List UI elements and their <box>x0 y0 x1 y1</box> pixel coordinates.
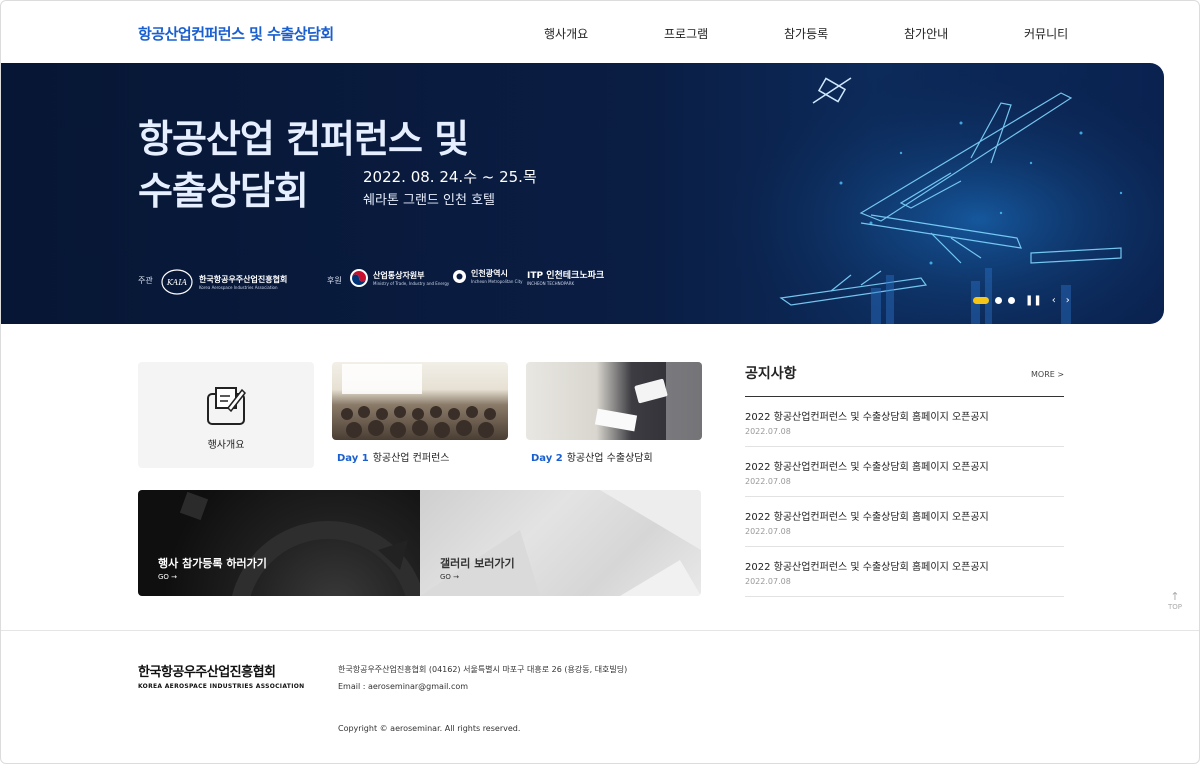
site-logo[interactable]: 항공산업컨퍼런스 및 수출상담회 <box>138 23 334 44</box>
day2-caption[interactable]: Day 2 항공산업 수출상담회 <box>531 449 653 464</box>
nav-item-program[interactable]: 프로그램 <box>664 25 708 42</box>
host-org: KAIA 한국항공우주산업진흥협회 Korea Aerospace Indust… <box>159 268 287 296</box>
business-meeting-image <box>594 362 702 440</box>
footer-email: Email : aeroseminar@gmail.com <box>338 682 469 691</box>
incheon-city-icon <box>453 269 466 283</box>
footer-divider <box>1 630 1199 631</box>
aircraft-illustration <box>701 63 1164 324</box>
notice-item[interactable]: 2022 항공산업컨퍼런스 및 수출상담회 홈페이지 오픈공지 2022.07.… <box>745 497 1064 547</box>
conference-audience-image <box>341 364 496 438</box>
footer-org-logo-en: KOREA AEROSPACE INDUSTRIES ASSOCIATION <box>138 683 305 690</box>
hero-banner[interactable]: 항공산업 컨퍼런스 및 수출상담회 2022. 08. 24.수 ~ 25.목 … <box>1 63 1164 324</box>
notice-more-link[interactable]: MORE > <box>1031 370 1064 379</box>
nav-item-community[interactable]: 커뮤니티 <box>1024 25 1068 42</box>
abstract-shapes-dark <box>179 491 420 596</box>
notice-item-date: 2022.07.08 <box>745 577 791 586</box>
overview-card[interactable]: 행사개요 <box>138 362 314 468</box>
host-org-name-en: Korea Aerospace Industries Association <box>199 285 278 290</box>
footer-org-logo: 한국항공우주산업진흥협회 <box>138 665 276 680</box>
sponsor-label: 후원 <box>327 276 342 285</box>
sponsor-itp-name: ITP 인천테크노파크 <box>527 271 605 281</box>
notice-item-date: 2022.07.08 <box>745 427 791 436</box>
pause-icon[interactable]: ❚❚ <box>1025 295 1042 306</box>
sponsor-itp: ITP 인천테크노파크 INCHEON TECHNOPARK <box>527 268 604 286</box>
notice-item-title: 2022 항공산업컨퍼런스 및 수출상담회 홈페이지 오픈공지 <box>745 462 989 473</box>
nav-item-guide[interactable]: 참가안내 <box>904 25 948 42</box>
notice-item[interactable]: 2022 항공산업컨퍼런스 및 수출상담회 홈페이지 오픈공지 2022.07.… <box>745 447 1064 497</box>
notice-item-title: 2022 항공산업컨퍼런스 및 수출상담회 홈페이지 오픈공지 <box>745 562 989 573</box>
gallery-go-link[interactable]: GO → <box>440 573 459 581</box>
hero-date: 2022. 08. 24.수 ~ 25.목 <box>363 168 537 186</box>
notice-item-date: 2022.07.08 <box>745 477 791 486</box>
svg-text:KAIA: KAIA <box>166 278 188 287</box>
host-org-name: 한국항공우주산업진흥협회 <box>199 275 288 284</box>
day2-thumbnail[interactable] <box>526 362 702 440</box>
day1-thumbnail[interactable] <box>332 362 508 440</box>
slide-indicator: ❚❚ ‹ › <box>973 295 1070 306</box>
register-banner-title: 행사 참가등록 하러가기 <box>158 557 267 570</box>
nav-item-overview[interactable]: 행사개요 <box>544 25 588 42</box>
prev-arrow-icon[interactable]: ‹ <box>1052 295 1056 306</box>
next-arrow-icon[interactable]: › <box>1066 295 1070 306</box>
gallery-banner[interactable]: 갤러리 보러가기 GO → <box>420 490 701 596</box>
footer-address: 한국항공우주산업진흥협회 (04162) 서울특별시 마포구 대흥로 26 (용… <box>338 665 628 674</box>
notice-item-title: 2022 항공산업컨퍼런스 및 수출상담회 홈페이지 오픈공지 <box>745 412 989 423</box>
scroll-top-label: TOP <box>1167 603 1182 611</box>
day2-tag: Day 2 <box>531 453 563 464</box>
page: 항공산업컨퍼런스 및 수출상담회 행사개요 프로그램 참가등록 참가안내 커뮤니… <box>0 0 1200 764</box>
taegeuk-icon <box>350 269 368 287</box>
register-go-link[interactable]: GO → <box>158 573 177 581</box>
host-label: 주관 <box>138 276 153 285</box>
hero-venue: 쉐라톤 그랜드 인천 호텔 <box>363 193 495 208</box>
notice-title: 공지사항 <box>745 366 797 382</box>
notice-item-title: 2022 항공산업컨퍼런스 및 수출상담회 홈페이지 오픈공지 <box>745 512 989 523</box>
nav-item-register[interactable]: 참가등록 <box>784 25 828 42</box>
overview-card-label: 행사개요 <box>207 440 245 451</box>
scroll-top-button[interactable]: ↑ TOP <box>1165 590 1185 611</box>
slide-dot-1[interactable] <box>973 297 989 304</box>
day1-caption[interactable]: Day 1 항공산업 컨퍼런스 <box>337 449 449 464</box>
day1-tag: Day 1 <box>337 453 369 464</box>
sponsor-motie: 산업통상자원부 Ministry of Trade, Industry and … <box>349 268 449 288</box>
notice-item[interactable]: 2022 항공산업컨퍼런스 및 수출상담회 홈페이지 오픈공지 2022.07.… <box>745 547 1064 597</box>
arrow-up-icon: ↑ <box>1170 590 1180 603</box>
slide-dot-2[interactable] <box>995 297 1002 304</box>
register-banner[interactable]: 행사 참가등록 하러가기 GO → <box>138 490 420 596</box>
hero-title-line1: 항공산업 컨퍼런스 및 <box>138 117 469 161</box>
sponsor-motie-name-en: Ministry of Trade, Industry and Energy <box>373 281 450 286</box>
kaia-logo-icon: KAIA <box>161 269 193 295</box>
header: 항공산업컨퍼런스 및 수출상담회 행사개요 프로그램 참가등록 참가안내 커뮤니… <box>1 1 1199 63</box>
notice-item-date: 2022.07.08 <box>745 527 791 536</box>
footer-copyright: Copyright © aeroseminar. All rights rese… <box>338 724 521 733</box>
sponsor-incheon: 인천광역시 Incheon Metropolitan City <box>452 268 523 284</box>
sponsor-incheon-name-en: Incheon Metropolitan City <box>471 279 523 284</box>
sponsor-motie-name: 산업통상자원부 <box>373 271 425 280</box>
notice-item[interactable]: 2022 항공산업컨퍼런스 및 수출상담회 홈페이지 오픈공지 2022.07.… <box>745 397 1064 447</box>
day2-label: 항공산업 수출상담회 <box>566 453 653 464</box>
document-pen-icon <box>207 387 246 425</box>
sponsor-itp-name-en: INCHEON TECHNOPARK <box>527 281 575 286</box>
gallery-banner-title: 갤러리 보러가기 <box>440 557 515 570</box>
day1-label: 항공산업 컨퍼런스 <box>372 453 450 464</box>
slide-dot-3[interactable] <box>1008 297 1015 304</box>
sponsor-incheon-name: 인천광역시 <box>471 269 508 278</box>
abstract-shapes-light <box>420 490 701 596</box>
